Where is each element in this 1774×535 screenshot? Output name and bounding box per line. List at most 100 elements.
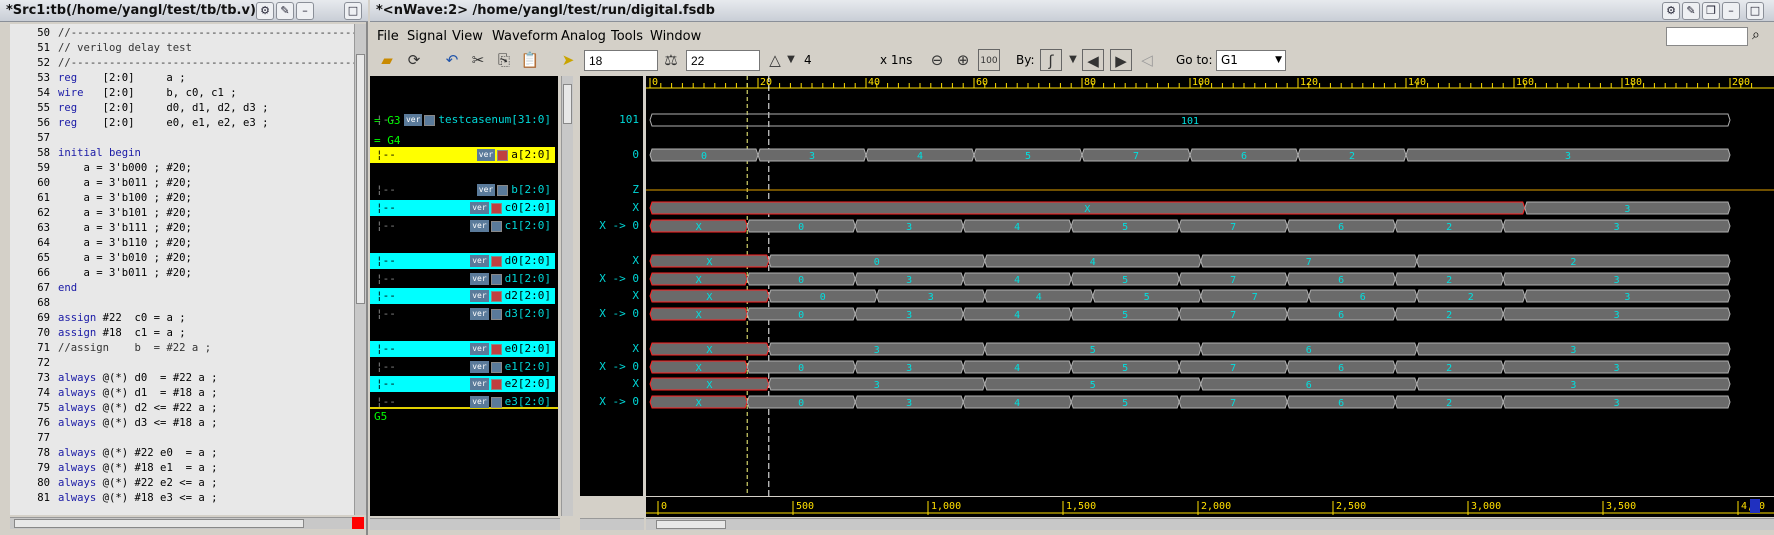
maximize-icon[interactable]: □ xyxy=(1746,2,1764,20)
cursor-time-input[interactable] xyxy=(584,50,658,71)
settings-icon[interactable]: ⚙ xyxy=(256,2,274,20)
signal-row[interactable]: ver d1[2:0] ¦-- xyxy=(370,271,555,287)
source-line[interactable]: 51 // verilog delay test xyxy=(10,41,355,56)
source-line[interactable]: 67 end xyxy=(10,281,355,296)
menu-file[interactable]: File xyxy=(377,29,399,44)
maximize-icon[interactable]: □ xyxy=(344,2,362,20)
waveform-canvas[interactable]: 0 20 40 60 80 100 120 140 160 180 2001010 3 4 5 7 6 2 3X 3… xyxy=(646,76,1774,496)
signal-value[interactable]: X -> 0 xyxy=(599,271,639,287)
menu-view[interactable]: View xyxy=(452,29,483,44)
signal-row[interactable]: ver d2[2:0] ¦-- xyxy=(370,288,555,304)
reload-icon[interactable]: ⟳ xyxy=(403,49,425,71)
signal-row[interactable]: ver b[2:0] ¦-- xyxy=(370,182,555,198)
source-line[interactable]: 80 always @(*) #22 e2 <= a ; xyxy=(10,476,355,491)
pin-icon[interactable]: ✎ xyxy=(1682,2,1700,20)
search-by-icon[interactable]: ʃ xyxy=(1040,49,1062,71)
source-line[interactable]: 55 reg [2:0] d0, d1, d2, d3 ; xyxy=(10,101,355,116)
source-line[interactable]: 71 //assign b = #22 a ; xyxy=(10,341,355,356)
delta-dropdown-icon[interactable]: ▼ xyxy=(780,49,802,71)
source-vscroll-thumb[interactable] xyxy=(356,54,365,304)
signal-value[interactable]: X -> 0 xyxy=(599,218,639,234)
paste-icon[interactable]: 📋 xyxy=(519,49,541,71)
source-line[interactable]: 70 assign #18 c1 = a ; xyxy=(10,326,355,341)
source-line[interactable]: 79 always @(*) #18 e1 = a ; xyxy=(10,461,355,476)
source-line[interactable]: 54 wire [2:0] b, c0, c1 ; xyxy=(10,86,355,101)
waveform-hscrollbar[interactable] xyxy=(646,518,1774,530)
source-hscrollbar[interactable] xyxy=(10,517,354,529)
signal-row[interactable]: ver e0[2:0] ¦-- xyxy=(370,341,555,357)
source-line[interactable]: 68 xyxy=(10,296,355,311)
signal-value[interactable]: X -> 0 xyxy=(599,394,639,410)
source-line[interactable]: 72 xyxy=(10,356,355,371)
menu-signal[interactable]: Signal xyxy=(407,29,447,44)
menu-waveform[interactable]: Waveform xyxy=(492,29,558,44)
zoom-in-icon[interactable]: ⊕ xyxy=(952,49,974,71)
source-vscrollbar[interactable] xyxy=(354,24,366,515)
group-g5[interactable]: G5 xyxy=(374,410,387,423)
search-input[interactable] xyxy=(1666,27,1748,46)
pin-icon[interactable]: ✎ xyxy=(276,2,294,20)
source-code-view[interactable]: 50 //------------------------------------… xyxy=(10,24,355,515)
signal-row[interactable]: ver d0[2:0] ¦-- xyxy=(370,253,555,269)
signal-row[interactable]: ver d3[2:0] ¦-- xyxy=(370,306,555,322)
source-line[interactable]: 53 reg [2:0] a ; xyxy=(10,71,355,86)
nwave-title-bar[interactable]: *<nWave:2> /home/yangl/test/run/digital.… xyxy=(370,0,1774,22)
signal-value[interactable]: Z xyxy=(632,182,639,198)
search-next-icon[interactable]: ▶ xyxy=(1110,49,1132,71)
overview-window-marker[interactable] xyxy=(1750,499,1760,513)
signal-value[interactable]: X -> 0 xyxy=(599,359,639,375)
settings-icon[interactable]: ⚙ xyxy=(1662,2,1680,20)
source-line[interactable]: 62 a = 3'b101 ; #20; xyxy=(10,206,355,221)
copy-icon[interactable]: ⎘ xyxy=(493,49,515,71)
zoom-out-icon[interactable]: ⊖ xyxy=(926,49,948,71)
minimize-icon[interactable]: – xyxy=(1722,2,1740,20)
overview-ruler[interactable]: 05001,0001,5002,0002,5003,0003,5004,00 xyxy=(646,497,1774,517)
signal-value[interactable]: X xyxy=(632,288,639,304)
source-line[interactable]: 59 a = 3'b000 ; #20; xyxy=(10,161,355,176)
source-hscroll-thumb[interactable] xyxy=(14,519,304,528)
source-line[interactable]: 69 assign #22 c0 = a ; xyxy=(10,311,355,326)
search-backward-icon[interactable]: ◁ xyxy=(1136,49,1158,71)
signal-row[interactable]: ver testcasenum[31:0] ¦-- xyxy=(370,112,555,128)
search-icon[interactable]: ⌕ xyxy=(1752,27,1760,43)
signal-value[interactable]: X xyxy=(632,341,639,357)
source-line[interactable]: 73 always @(*) d0 = #22 a ; xyxy=(10,371,355,386)
search-prev-icon[interactable]: ◀ xyxy=(1082,49,1104,71)
source-line[interactable]: 57 xyxy=(10,131,355,146)
source-line[interactable]: 61 a = 3'b100 ; #20; xyxy=(10,191,355,206)
cut-icon[interactable]: ✂ xyxy=(467,49,489,71)
signal-value[interactable]: X xyxy=(632,376,639,392)
source-line[interactable]: 63 a = 3'b111 ; #20; xyxy=(10,221,355,236)
source-line[interactable]: 81 always @(*) #18 e3 <= a ; xyxy=(10,491,355,506)
goto-select[interactable]: G1 ▼ xyxy=(1216,50,1286,71)
signal-tree-panel[interactable]: = G3 = G4 G5 ver testcasenum[31:0] ¦-- ver a[2:… xyxy=(370,76,558,516)
search-by-dropdown-icon[interactable]: ▼ xyxy=(1062,49,1084,71)
waveform-hscroll-thumb[interactable] xyxy=(656,520,726,529)
source-line[interactable]: 76 always @(*) d3 <= #18 a ; xyxy=(10,416,355,431)
source-line[interactable]: 64 a = 3'b110 ; #20; xyxy=(10,236,355,251)
menu-window[interactable]: Window xyxy=(650,29,701,44)
signal-value[interactable]: 0 xyxy=(632,147,639,163)
zoom-fit-icon[interactable]: 100 xyxy=(978,49,1000,71)
signal-row[interactable]: ver a[2:0] ¦-- xyxy=(370,147,555,163)
source-line[interactable]: 50 //------------------------------------… xyxy=(10,26,355,41)
source-line[interactable]: 75 always @(*) d2 <= #22 a ; xyxy=(10,401,355,416)
source-line[interactable]: 77 xyxy=(10,431,355,446)
signal-row[interactable]: ver c0[2:0] ¦-- xyxy=(370,200,555,216)
signal-row[interactable]: ver c1[2:0] ¦-- xyxy=(370,218,555,234)
undo-icon[interactable]: ↶ xyxy=(441,49,463,71)
value-panel[interactable]: 101 0 Z X X -> 0XX -> 0XX -> 0XX -> 0XX -> 0 xyxy=(580,76,643,496)
signal-row[interactable]: ver e3[2:0] ¦-- xyxy=(370,394,555,410)
signal-value[interactable]: X -> 0 xyxy=(599,306,639,322)
source-line[interactable]: 56 reg [2:0] e0, e1, e2, e3 ; xyxy=(10,116,355,131)
signal-value[interactable]: X xyxy=(632,253,639,269)
source-line[interactable]: 58 initial begin xyxy=(10,146,355,161)
group-g4[interactable]: = G4 xyxy=(374,134,401,147)
value-hscrollbar[interactable] xyxy=(580,518,644,530)
open-file-icon[interactable]: ▰ xyxy=(376,49,398,71)
menu-tools[interactable]: Tools xyxy=(611,29,643,44)
marker-icon[interactable]: ⚖ xyxy=(660,49,682,71)
signal-tree-hscrollbar[interactable] xyxy=(370,518,560,530)
source-line[interactable]: 66 a = 3'b011 ; #20; xyxy=(10,266,355,281)
signal-row[interactable]: ver e2[2:0] ¦-- xyxy=(370,376,555,392)
